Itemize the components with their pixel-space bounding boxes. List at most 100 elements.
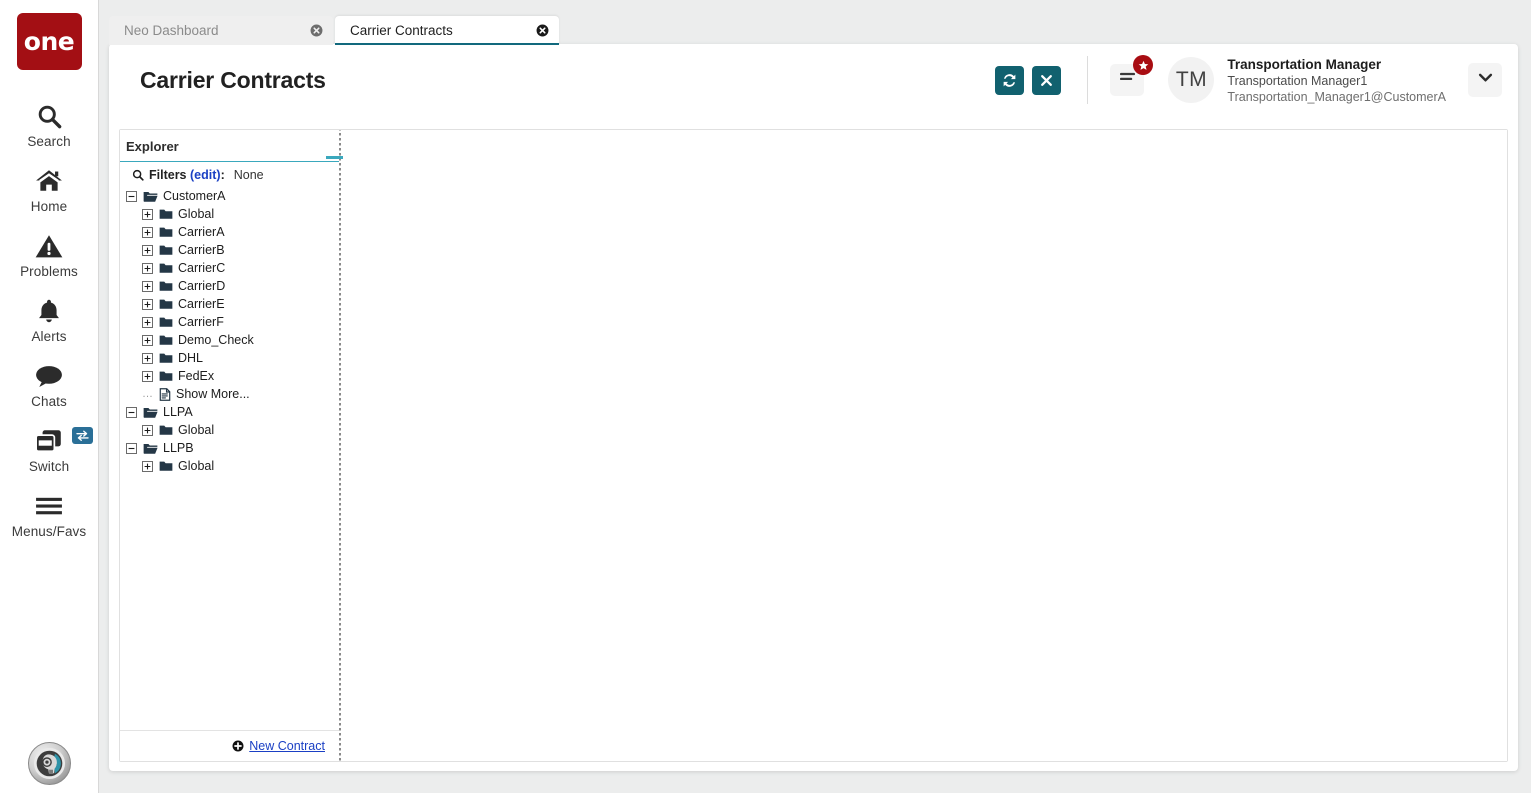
plus-circle-icon	[232, 740, 244, 752]
hamburger-icon	[35, 491, 63, 521]
contract-workspace	[341, 130, 1507, 761]
tree-node[interactable]: Demo_Check	[120, 331, 339, 349]
tree-node[interactable]: CustomerA	[120, 187, 339, 205]
tree-node-label: CarrierD	[178, 279, 226, 293]
tree-node[interactable]: Global	[120, 205, 339, 223]
expand-icon[interactable]	[142, 280, 153, 292]
expand-icon[interactable]	[142, 298, 153, 310]
folder-icon	[159, 280, 173, 292]
tree-node[interactable]: DHL	[120, 349, 339, 367]
tree-node-label: Demo_Check	[178, 333, 254, 347]
chevron-down-icon	[1477, 71, 1494, 89]
rail-item-label: Switch	[28, 459, 70, 474]
tree-node-label: FedEx	[178, 369, 215, 383]
rail-item-problems[interactable]: Problems	[0, 222, 98, 287]
tab-carrier-contracts[interactable]: Carrier Contracts	[335, 16, 559, 45]
filters-row[interactable]: Filters (edit) : None	[120, 162, 339, 187]
expand-icon[interactable]	[142, 208, 153, 220]
filters-value: None	[233, 168, 264, 182]
filters-edit-link[interactable]: (edit)	[190, 168, 221, 182]
tree-node[interactable]: CarrierF	[120, 313, 339, 331]
tree-node-label: CarrierB	[178, 243, 225, 257]
switch-windows-icon	[34, 426, 64, 456]
rail-item-menus-favs[interactable]: Menus/Favs	[0, 482, 98, 547]
user-dropdown-button[interactable]	[1468, 63, 1502, 98]
rail-item-chats[interactable]: Chats	[0, 352, 98, 417]
rail-item-switch[interactable]: Switch	[0, 417, 98, 482]
tree-node-label: Global	[178, 207, 215, 221]
main-region: Neo Dashboard Carrier Contracts Carrier …	[99, 0, 1531, 793]
explorer-title: Explorer	[120, 130, 339, 162]
tab-neo-dashboard[interactable]: Neo Dashboard	[109, 16, 333, 45]
rail-item-search[interactable]: Search	[0, 92, 98, 157]
user-name: Transportation Manager1	[1227, 74, 1368, 89]
expand-icon[interactable]	[142, 352, 153, 364]
tree-node[interactable]: CarrierE	[120, 295, 339, 313]
rail-item-home[interactable]: Home	[0, 157, 98, 222]
left-nav-rail: one Search Home Problems Alerts Chats Sw…	[0, 0, 99, 793]
bell-icon	[36, 296, 62, 326]
hamburger-menu-icon	[1118, 70, 1137, 90]
collapse-icon[interactable]	[126, 442, 137, 454]
close-page-button[interactable]	[1032, 65, 1062, 95]
content-card: Carrier Contracts TM Transportation Mana…	[109, 44, 1518, 771]
close-icon[interactable]	[309, 24, 323, 38]
tab-strip: Neo Dashboard Carrier Contracts	[109, 16, 561, 45]
exchange-arrows-icon[interactable]	[72, 427, 93, 444]
tree-node-label: CustomerA	[163, 189, 226, 203]
explorer-panel: Explorer Filters (edit) : None CustomerA…	[120, 130, 339, 761]
folder-icon	[159, 460, 173, 472]
collapse-icon[interactable]	[126, 406, 137, 418]
refresh-button[interactable]	[995, 65, 1025, 95]
tree-node-label: Global	[178, 459, 215, 473]
splitter-collapse-handle[interactable]	[326, 156, 343, 159]
tree-node[interactable]: FedEx	[120, 367, 339, 385]
expand-icon[interactable]	[142, 370, 153, 382]
new-contract-button[interactable]: New Contract	[232, 739, 325, 753]
one-logo[interactable]: one	[16, 13, 82, 70]
rail-item-alerts[interactable]: Alerts	[0, 287, 98, 352]
tree-node-label: CarrierC	[178, 261, 226, 275]
expand-icon[interactable]	[142, 244, 153, 256]
home-icon	[35, 166, 63, 196]
document-icon	[159, 387, 171, 401]
header-actions: TM Transportation Manager Transportation…	[987, 55, 1502, 105]
tree-node[interactable]: CarrierB	[120, 241, 339, 259]
tree-node[interactable]: Global	[120, 457, 339, 475]
tree-node[interactable]: LLPB	[120, 439, 339, 457]
user-email: Transportation_Manager1@CustomerA	[1227, 90, 1446, 105]
rail-item-label: Problems	[20, 264, 78, 279]
tree-node[interactable]: CarrierC	[120, 259, 339, 277]
refresh-icon	[1001, 72, 1018, 89]
collapse-icon[interactable]	[126, 190, 137, 202]
folder-icon	[159, 244, 173, 256]
ai-assistant-avatar-icon[interactable]	[28, 742, 71, 785]
page-title: Carrier Contracts	[140, 67, 326, 93]
close-icon[interactable]	[535, 24, 549, 38]
tree-node[interactable]: … Show More...	[120, 385, 339, 403]
folder-icon	[159, 316, 173, 328]
expand-icon[interactable]	[142, 460, 153, 472]
expand-icon[interactable]	[142, 424, 153, 436]
tree-node[interactable]: CarrierD	[120, 277, 339, 295]
panel-splitter[interactable]	[326, 130, 343, 761]
user-menu[interactable]: TM Transportation Manager Transportation…	[1168, 56, 1446, 105]
user-role: Transportation Manager	[1227, 56, 1382, 72]
tree-node[interactable]: LLPA	[120, 403, 339, 421]
explorer-tree[interactable]: CustomerA Global CarrierA CarrierB CarrierC C…	[120, 187, 339, 730]
avatar: TM	[1168, 57, 1215, 104]
expand-icon[interactable]	[142, 262, 153, 274]
rail-item-label: Menus/Favs	[11, 524, 87, 539]
tree-node-label: LLPA	[163, 405, 193, 419]
tree-node-label: CarrierE	[178, 297, 225, 311]
page-header: Carrier Contracts TM Transportation Mana…	[109, 44, 1518, 117]
expand-icon[interactable]	[142, 316, 153, 328]
expand-icon[interactable]	[142, 226, 153, 238]
tree-node[interactable]: CarrierA	[120, 223, 339, 241]
expand-icon[interactable]	[142, 334, 153, 346]
tree-node[interactable]: Global	[120, 421, 339, 439]
header-divider	[1087, 56, 1089, 105]
header-menu-button[interactable]	[1110, 55, 1154, 97]
folder-icon	[159, 334, 173, 346]
folder-icon	[159, 424, 173, 436]
